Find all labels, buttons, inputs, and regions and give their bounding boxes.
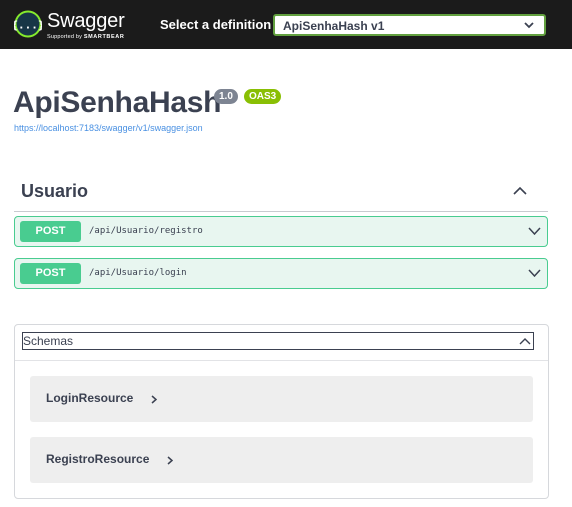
operation-post-registro[interactable]: POST /api/Usuario/registro xyxy=(14,216,548,247)
chevron-down-icon xyxy=(524,22,534,29)
model-login-resource[interactable]: LoginResource xyxy=(30,376,533,422)
definition-selected-value: ApiSenhaHash v1 xyxy=(283,19,385,33)
schemas-title: Schemas xyxy=(23,334,74,348)
schemas-divider xyxy=(15,360,548,361)
definition-select[interactable]: ApiSenhaHash v1 xyxy=(273,14,546,36)
chevron-right-icon xyxy=(151,395,157,404)
model-name: RegistroResource xyxy=(46,452,150,466)
topbar: {...} Swagger Supported by SMARTBEAR Sel… xyxy=(0,0,572,49)
operation-path: /api/Usuario/registro xyxy=(89,226,203,236)
definition-label: Select a definition xyxy=(160,17,272,32)
schemas-section: Schemas LoginResource RegistroResource xyxy=(14,324,549,499)
tag-title[interactable]: Usuario xyxy=(21,181,88,202)
method-badge: POST xyxy=(20,221,81,242)
model-name: LoginResource xyxy=(46,391,134,405)
swagger-logo-icon[interactable]: {...} xyxy=(14,10,42,38)
chevron-down-icon[interactable] xyxy=(528,227,541,235)
spec-link[interactable]: https://localhost:7183/swagger/v1/swagge… xyxy=(14,123,203,133)
chevron-up-icon[interactable] xyxy=(513,186,527,195)
chevron-up-icon xyxy=(519,338,531,345)
tag-divider xyxy=(14,211,548,212)
chevron-down-icon[interactable] xyxy=(528,269,541,277)
operation-post-login[interactable]: POST /api/Usuario/login xyxy=(14,258,548,289)
method-badge: POST xyxy=(20,263,81,284)
api-title: ApiSenhaHash xyxy=(13,86,222,119)
brand-sub-prefix: Supported by xyxy=(47,34,83,40)
model-registro-resource[interactable]: RegistroResource xyxy=(30,437,533,483)
version-badge: 1.0 xyxy=(214,89,238,104)
schemas-toggle-button[interactable]: Schemas xyxy=(22,332,534,350)
brand-name[interactable]: Swagger xyxy=(47,10,125,33)
brand-subtitle: Supported by SMARTBEAR xyxy=(47,34,124,40)
svg-text:{...}: {...} xyxy=(14,19,42,32)
brand-sub-company: SMARTBEAR xyxy=(83,34,125,40)
oas-badge: OAS3 xyxy=(244,89,282,104)
chevron-right-icon xyxy=(167,456,173,465)
operation-path: /api/Usuario/login xyxy=(89,268,187,278)
